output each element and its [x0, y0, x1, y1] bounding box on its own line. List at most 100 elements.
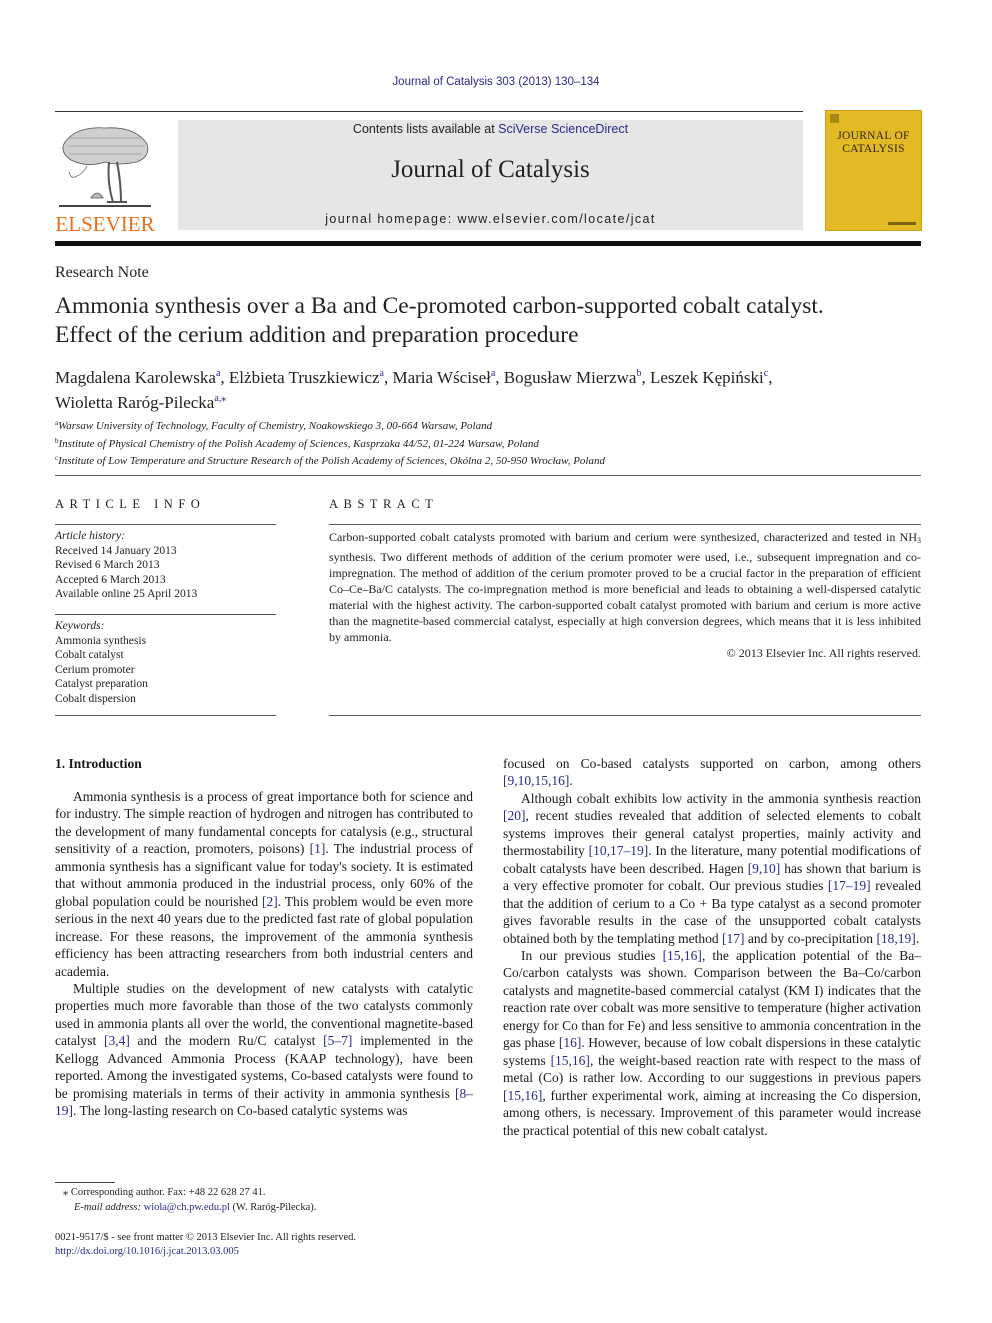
- keyword-item[interactable]: Ammonia synthesis: [55, 634, 276, 649]
- author-name[interactable]: Magdalena Karolewska: [55, 368, 216, 387]
- reference-link[interactable]: [18,19]: [876, 931, 915, 946]
- issn-line: 0021-9517/$ - see front matter © 2013 El…: [55, 1232, 357, 1243]
- cover-publisher-icon: [830, 114, 839, 123]
- keyword-list: Ammonia synthesis Cobalt catalyst Cerium p…: [55, 634, 276, 707]
- abstract-text: Carbon-supported cobalt catalysts promot…: [329, 529, 921, 645]
- abstract-rule: [329, 524, 921, 525]
- corresponding-author-text: Corresponding author. Fax: +48 22 628 27…: [70, 1187, 266, 1198]
- article-history-label: Article history:: [55, 530, 125, 542]
- reference-link[interactable]: [2]: [262, 894, 278, 909]
- affiliation-text: Warsaw University of Technology, Faculty…: [58, 420, 493, 432]
- footnote-rule: [55, 1182, 115, 1183]
- reference-link[interactable]: [15,16]: [663, 948, 702, 963]
- cover-footer-mark: [888, 222, 916, 225]
- reference-link[interactable]: [15,16]: [551, 1053, 590, 1068]
- elsevier-logo[interactable]: ELSEVIER: [55, 120, 155, 236]
- paragraph-text: In our previous studies: [521, 947, 663, 963]
- contents-availability: Contents lists available at SciVerse Sci…: [178, 122, 803, 136]
- elsevier-wordmark: ELSEVIER: [55, 212, 155, 236]
- author-name[interactable]: Leszek Kępiński: [650, 368, 764, 387]
- author-name[interactable]: Maria Wściseł: [392, 368, 490, 387]
- journal-banner: Contents lists available at SciVerse Sci…: [178, 120, 803, 230]
- body-paragraph: In our previous studies [15,16], the app…: [503, 947, 921, 1139]
- history-item: Accepted 6 March 2013: [55, 573, 166, 586]
- author-affiliation-marker[interactable]: a,⁎: [214, 393, 226, 404]
- article-info-rule: [55, 715, 276, 716]
- author-name[interactable]: Wioletta Raróg-Pilecka: [55, 393, 214, 412]
- author-separator: ,: [641, 368, 650, 387]
- section-heading-introduction: 1. Introduction: [55, 756, 142, 771]
- body-paragraph: Although cobalt exhibits low activity in…: [503, 790, 921, 947]
- affiliation-text: Institute of Physical Chemistry of the P…: [58, 437, 539, 450]
- journal-citation-link[interactable]: Journal of Catalysis 303 (2013) 130–134: [0, 76, 992, 88]
- history-item: Revised 6 March 2013: [55, 559, 160, 571]
- reference-link[interactable]: [17–19]: [828, 878, 871, 893]
- journal-title: Journal of Catalysis: [391, 156, 590, 183]
- affiliation-rule: [55, 475, 921, 476]
- paragraph-text: .: [915, 930, 920, 946]
- journal-homepage[interactable]: journal homepage: www.elsevier.com/locat…: [178, 212, 803, 226]
- article-info-rule: [55, 614, 276, 615]
- article-title-line1: Ammonia synthesis over a Ba and Ce-promo…: [55, 293, 824, 319]
- body-column-right: focused on Co-based catalysts supported …: [503, 755, 921, 1139]
- cover-title-line2: CATALYSIS: [842, 143, 905, 155]
- front-matter: 0021-9517/$ - see front matter © 2013 El…: [55, 1231, 485, 1259]
- reference-link[interactable]: [15,16]: [503, 1088, 542, 1103]
- reference-link[interactable]: [5–7]: [323, 1033, 352, 1048]
- corresponding-author-footnote: ⁎ Corresponding author. Fax: +48 22 628 …: [55, 1186, 475, 1215]
- abstract-subscript: 3: [917, 536, 921, 545]
- affiliation-text: Institute of Low Temperature and Structu…: [58, 455, 605, 468]
- email-label: E-mail address:: [74, 1201, 141, 1213]
- body-paragraph: Multiple studies on the development of n…: [55, 980, 473, 1120]
- article-type: Research Note: [55, 264, 149, 281]
- cover-title-line1: JOURNAL OF: [837, 130, 910, 142]
- article-title: Ammonia synthesis over a Ba and Ce-promo…: [55, 292, 935, 350]
- reference-link[interactable]: [9,10]: [748, 861, 781, 876]
- right-paragraphs: focused on Co-based catalysts supported …: [503, 755, 921, 1139]
- email-owner: (W. Raróg-Pilecka).: [229, 1201, 317, 1213]
- author-name[interactable]: Bogusław Mierzwa: [504, 368, 637, 387]
- keywords-label: Keywords:: [55, 620, 105, 632]
- reference-link[interactable]: [20]: [503, 808, 526, 823]
- abstract-body: Carbon-supported cobalt catalysts promot…: [329, 529, 921, 661]
- affiliation-list: aWarsaw University of Technology, Facult…: [55, 416, 935, 469]
- keyword-item[interactable]: Cerium promoter: [55, 663, 276, 678]
- author-separator: ,: [220, 368, 229, 387]
- paragraph-text: . The long-lasting research on Co-based …: [73, 1103, 408, 1119]
- affiliation-item: bInstitute of Physical Chemistry of the …: [55, 434, 935, 452]
- reference-link[interactable]: [9,10,15,16]: [503, 773, 569, 788]
- abstract-copyright: © 2013 Elsevier Inc. All rights reserved…: [726, 646, 921, 660]
- paragraph-text: and by co-precipitation: [744, 930, 877, 946]
- paragraph-text: , further experimental work, aiming at i…: [503, 1087, 921, 1138]
- paragraph-text: focused on Co-based catalysts supported …: [503, 756, 921, 771]
- author-name[interactable]: Elżbieta Truszkiewicz: [229, 368, 380, 387]
- reference-link[interactable]: [16]: [559, 1035, 582, 1050]
- email-link[interactable]: wiola@ch.pw.edu.pl: [144, 1202, 230, 1213]
- reference-link[interactable]: [10,17–19]: [589, 843, 649, 858]
- email-line: E-mail address: wiola@ch.pw.edu.pl (W. R…: [55, 1201, 475, 1216]
- keyword-item[interactable]: Catalyst preparation: [55, 677, 276, 692]
- reference-link[interactable]: [3,4]: [104, 1033, 130, 1048]
- abstract-text-part: Carbon-supported cobalt catalysts promot…: [329, 530, 917, 544]
- author-separator: ,: [495, 368, 504, 387]
- article-history-list: Received 14 January 2013 Revised 6 March …: [55, 544, 276, 602]
- elsevier-tree-icon: [57, 122, 153, 210]
- header-top-rule: [55, 111, 803, 112]
- paragraph-text: .: [569, 773, 573, 789]
- abstract-text-part: synthesis. Two different methods of addi…: [329, 550, 921, 644]
- history-item: Available online 25 April 2013: [55, 588, 198, 600]
- header-thick-rule: [55, 241, 921, 246]
- doi-link[interactable]: http://dx.doi.org/10.1016/j.jcat.2013.03…: [55, 1245, 485, 1259]
- abstract-heading: ABSTRACT: [329, 497, 439, 511]
- paragraph-text: Although cobalt exhibits low activity in…: [521, 790, 921, 806]
- journal-cover-image[interactable]: JOURNAL OF CATALYSIS: [826, 111, 921, 230]
- body-column-left: 1. Introduction Ammonia synthesis is a p…: [55, 755, 473, 1120]
- keyword-item[interactable]: Cobalt catalyst: [55, 648, 276, 663]
- reference-link[interactable]: [1]: [310, 841, 326, 856]
- reference-link[interactable]: [17]: [722, 931, 745, 946]
- keyword-item[interactable]: Cobalt dispersion: [55, 692, 276, 707]
- contents-prefix: Contents lists available at: [352, 122, 499, 136]
- sciencedirect-link[interactable]: SciVerse ScienceDirect: [498, 122, 628, 136]
- author-list: Magdalena Karolewskaa, Elżbieta Truszkie…: [55, 363, 935, 413]
- article-info-heading: ARTICLE INFO: [55, 497, 206, 511]
